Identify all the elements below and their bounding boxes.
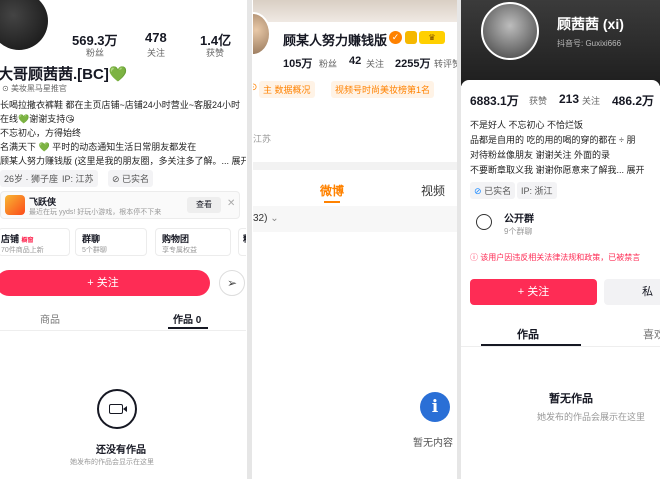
message-button[interactable]: 私 <box>604 279 660 305</box>
likes-label: 获赞 <box>529 96 548 106</box>
shortcut-buying-group[interactable]: 购物团 享专属权益 <box>155 228 231 256</box>
shortcut-groups-sub: 5个群聊 <box>82 247 107 254</box>
avatar[interactable] <box>0 0 48 50</box>
shortcut-fans[interactable]: 粉 <box>238 228 246 256</box>
tab-likes[interactable]: 喜欢 <box>643 326 660 342</box>
ip-tag: IP: 浙江 <box>517 182 557 199</box>
card-top <box>461 80 660 90</box>
tab-indicator <box>324 201 340 203</box>
heart-icon: 💚 <box>108 66 128 83</box>
bio-line-4[interactable]: 不要断章取义我 谢谢你愿意来了解我... 展开 <box>470 163 645 176</box>
age-tag: 26岁 · 狮子座 <box>0 170 63 187</box>
cover-image <box>253 0 457 22</box>
tab-products[interactable]: 商品 <box>40 311 60 326</box>
bio-line-3: 对待粉丝像朋友 谢谢关注 外面的录 <box>470 150 611 160</box>
follow-button[interactable]: + 关注 <box>470 279 597 305</box>
send-icon[interactable]: ➢ <box>219 270 245 296</box>
bio-line-4: 名满天下 💚 平时的动态通知生活日常朋友都发在 <box>0 142 197 152</box>
video-ranking-badge[interactable]: 视频号时尚美妆榜第1名 <box>331 81 435 98</box>
location-text: 江苏 <box>253 134 272 144</box>
likes-count: 6883.1万 <box>470 94 519 108</box>
divider <box>0 330 246 331</box>
shortcut-shop[interactable]: 店铺 橱窗 70件商品上新 <box>0 228 70 256</box>
shortcut-buying-title: 购物团 <box>162 234 190 244</box>
avatar[interactable] <box>481 2 539 60</box>
divider <box>253 162 457 170</box>
douyin-profile-panel-1: 569.3万 粉丝 478 关注 1.4亿 获赞 大哥顾茜茜.[BC]💚 ⊙ 美… <box>0 0 246 479</box>
shortcut-fans-title: 粉 <box>243 232 246 245</box>
close-icon[interactable]: ✕ <box>227 198 235 209</box>
vip-icon <box>405 31 417 44</box>
verified-tag: ⊘ 已实名 <box>470 182 516 199</box>
followers-count: 486.2万 <box>612 94 655 108</box>
data-overview-badge[interactable]: 主 数据概况 <box>259 81 315 98</box>
video-icon <box>97 389 137 429</box>
bio-line-1: 不是好人 不忘初心 不恰烂饭 <box>470 120 584 130</box>
tab-works[interactable]: 作品 <box>517 326 539 342</box>
verified-tag: ⊘ 已实名 <box>108 170 154 187</box>
followers-label: 粉丝 <box>86 48 105 58</box>
follow-button[interactable]: + 关注 <box>0 270 210 296</box>
followers-label: 粉丝 <box>319 59 338 69</box>
weibo-logo-icon: ⊙ <box>253 82 258 93</box>
tab-works[interactable]: 作品 0 <box>173 311 201 326</box>
group-chat-sub: 9个群聊 <box>504 227 533 236</box>
following-label: 关注 <box>147 48 166 58</box>
panel-separator <box>247 0 252 479</box>
bio-line-5[interactable]: 顾某人努力赚钱版 (这里是我的朋友圈，多关注多了解。... 展开 <box>0 154 246 167</box>
profile-subtitle: ⊙ 美妆黑马星推官 <box>2 84 67 93</box>
divider <box>461 346 660 347</box>
profile-name: 顾某人努力赚钱版 <box>283 33 388 48</box>
shortcut-shop-title: 店铺 橱窗 <box>1 234 34 244</box>
tab-indicator <box>168 327 208 329</box>
douyin-profile-panel-2: 顾茜茜 (xi) 抖音号: Guxixi666 6883.1万 获赞 213 关… <box>461 0 660 479</box>
weibo-profile-panel: 顾某人努力赚钱版 ✓ ♛ 105万 粉丝 42 关注 2255万 转评赞 ⊙ 主… <box>253 0 457 479</box>
bio-line-2: 品都是自用的 吃的用的喝的穿的都在 ÷ 朋 <box>470 135 636 145</box>
ban-warning: ⓘ 该用户因违反相关法律法规和政策，已被禁言 <box>470 253 641 262</box>
bio-line-2: 在线💚谢谢支持😘 <box>0 114 75 124</box>
following-count: 478 <box>145 30 167 45</box>
filter-dropdown[interactable]: 32) ⌄ <box>253 213 279 224</box>
profile-name: 大哥顾茜茜.[BC]💚 <box>0 66 128 83</box>
following-label: 关注 <box>582 96 601 106</box>
bio-line-3: 不忘初心，方得始终 <box>0 128 82 138</box>
likes-label: 获赞 <box>206 48 225 58</box>
bio-line-1: 长喝拉撒衣裤鞋 都在主页店铺~店铺24小时营业~客服24小时 <box>0 100 241 110</box>
empty-works-title: 还没有作品 <box>96 445 146 456</box>
following-count: 42 <box>349 55 362 67</box>
empty-works-sub: 她发布的作品会展示在这里 <box>537 412 646 422</box>
following-count: 213 <box>559 92 580 106</box>
verified-icon: ✓ <box>389 31 402 44</box>
info-icon: i <box>420 392 450 422</box>
chevron-down-icon: ⌄ <box>270 213 279 224</box>
ip-tag: IP: 江苏 <box>58 170 98 187</box>
empty-works-sub: 她发布的作品会显示在这里 <box>70 459 154 466</box>
profile-name: 顾茜茜 (xi) <box>557 16 624 32</box>
group-chat-icon <box>476 214 492 230</box>
game-desc: 最近在玩 yyds! 好玩小游戏，根本停不下来 <box>29 209 162 216</box>
tab-video[interactable]: 视频 <box>421 182 445 199</box>
empty-works-title: 暂无作品 <box>549 393 593 405</box>
engagement-count: 2255万 <box>395 58 431 70</box>
shortcut-shop-sub: 70件商品上新 <box>1 247 44 254</box>
followers-count: 105万 <box>283 58 313 70</box>
following-label: 关注 <box>366 59 385 69</box>
group-chat-entry[interactable]: 公开群 9个群聊 <box>470 206 660 240</box>
shortcut-groups[interactable]: 群聊 5个群聊 <box>75 228 147 256</box>
shortcut-buying-sub: 享专属权益 <box>162 247 197 254</box>
game-icon <box>5 195 25 215</box>
shortcut-groups-title: 群聊 <box>82 234 101 244</box>
level-badge-icon: ♛ <box>419 31 445 44</box>
group-chat-title: 公开群 <box>504 214 534 225</box>
game-card[interactable]: 飞跃侠 最近在玩 yyds! 好玩小游戏，根本停不下来 查看 ✕ <box>0 191 240 219</box>
verified-icon: ⊘ <box>474 186 482 196</box>
empty-content-text: 暂无内容 <box>413 438 453 449</box>
douyin-id[interactable]: 抖音号: Guxixi666 <box>557 38 621 49</box>
engagement-label: 转评赞 <box>434 59 457 69</box>
tab-weibo[interactable]: 微博 <box>320 182 344 199</box>
view-game-button[interactable]: 查看 <box>187 197 221 213</box>
filter-bar <box>253 206 457 232</box>
